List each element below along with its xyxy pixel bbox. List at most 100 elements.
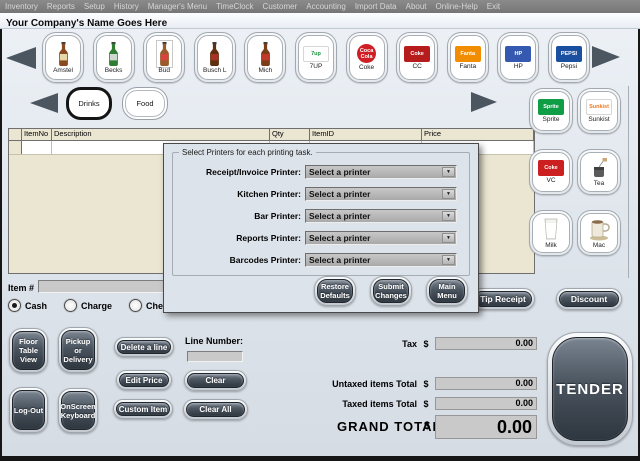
product-mac[interactable]: Mac <box>577 210 621 256</box>
printer-fieldset: Select Printers for each printing task. … <box>172 148 470 276</box>
product-fanta[interactable]: Fanta Fanta <box>446 32 489 83</box>
payment-option-charge[interactable]: Charge <box>64 299 112 312</box>
becks-icon <box>107 41 120 66</box>
pickup-or-delivery-button[interactable]: Pickup or Delivery <box>58 327 98 373</box>
product-button-face: Busch L <box>196 35 233 80</box>
product-milk[interactable]: Milk <box>529 210 573 256</box>
product-button-face: 7up 7UP <box>297 35 334 80</box>
currency-sign: $ <box>423 378 429 389</box>
printer-dialog-title: Select Printers for each printing task. <box>182 148 313 157</box>
vc-logo-icon: Coke <box>538 160 564 176</box>
product-label: Bud <box>158 66 170 74</box>
menu-item-online-help[interactable]: Online-Help <box>436 2 478 11</box>
menu-item-reports[interactable]: Reports <box>47 2 75 11</box>
product-sunkist[interactable]: Sunkist Sunkist <box>577 88 621 134</box>
menu-item-import-data[interactable]: Import Data <box>355 2 397 11</box>
product-sprite[interactable]: Sprite Sprite <box>529 88 573 134</box>
total-row-untaxed-items-total: Untaxed items Total $0.00 <box>300 377 538 390</box>
button-label: Restore Defaults <box>317 279 353 303</box>
product-label: Mac <box>592 242 606 249</box>
product-tea[interactable]: Tea <box>577 149 621 195</box>
product-becks[interactable]: Becks <box>92 32 135 83</box>
delete-a-line-button[interactable]: Delete a line <box>114 337 174 357</box>
category-row: Drinks Food <box>66 87 168 120</box>
dropdown-arrow-icon[interactable]: ▼ <box>442 233 455 243</box>
tip-receipt-button[interactable]: Tip Receipt <box>471 288 535 310</box>
category-label: Drinks <box>78 99 100 108</box>
categories-scroll-right-arrow[interactable] <box>471 92 497 112</box>
product-mich[interactable]: Mich <box>244 32 287 83</box>
radio-charge-icon[interactable] <box>64 299 78 312</box>
right-arrow-icon <box>471 92 497 112</box>
custom-item-button[interactable]: Custom Item <box>113 399 173 419</box>
onscreen-keyboard-button[interactable]: OnScreen Keyboard <box>58 388 98 433</box>
pepsi-logo-icon: PEPSI <box>555 45 582 62</box>
menu-item-about[interactable]: About <box>406 2 427 11</box>
submit-changes-button[interactable]: Submit Changes <box>370 276 412 306</box>
dropdown-arrow-icon[interactable]: ▼ <box>442 255 455 265</box>
product-label: VC <box>546 177 556 184</box>
discount-button[interactable]: Discount <box>556 288 622 310</box>
product-pepsi[interactable]: PEPSI Pepsi <box>547 32 590 83</box>
restore-defaults-button[interactable]: Restore Defaults <box>314 276 356 306</box>
column-header-price: Price <box>422 129 534 140</box>
menu-item-inventory[interactable]: Inventory <box>5 2 38 11</box>
menu-item-timeclock[interactable]: TimeClock <box>216 2 253 11</box>
product-hp[interactable]: HP HP <box>497 32 540 83</box>
product-amstel[interactable]: Amstel <box>42 32 84 83</box>
product-label: Pepsi <box>560 62 578 70</box>
product-vc[interactable]: Coke VC <box>529 149 573 195</box>
product-busch-l[interactable]: Busch L <box>193 32 236 83</box>
products-scroll-right-arrow[interactable] <box>592 46 620 68</box>
printer-select-reports-printer[interactable]: Select a printer ▼ <box>305 231 457 245</box>
product-7up[interactable]: 7up 7UP <box>294 32 337 83</box>
payment-option-cash[interactable]: Cash <box>8 299 47 312</box>
tender-button[interactable]: TENDER <box>547 332 633 446</box>
dropdown-arrow-icon[interactable]: ▼ <box>442 189 455 199</box>
busch-l-icon <box>208 41 221 66</box>
sunkist-logo-icon: Sunkist <box>586 99 612 115</box>
products-scroll-left-arrow[interactable] <box>6 47 36 69</box>
menu-item-customer[interactable]: Customer <box>263 2 298 11</box>
categories-scroll-left-arrow[interactable] <box>30 93 58 113</box>
menu-item-history[interactable]: History <box>114 2 139 11</box>
currency-sign: $ <box>423 398 429 409</box>
printer-select-kitchen-printer[interactable]: Select a printer ▼ <box>305 187 457 201</box>
menu-item-manager-s-menu[interactable]: Manager's Menu <box>148 2 207 11</box>
menu-item-accounting[interactable]: Accounting <box>306 2 346 11</box>
line-number-label: Line Number: <box>185 336 244 346</box>
line-number-input[interactable] <box>187 351 243 362</box>
log-out-button[interactable]: Log-Out <box>9 387 48 433</box>
clear-button[interactable]: Clear <box>184 370 247 391</box>
floor-table-view-button[interactable]: Floor Table View <box>9 328 48 373</box>
category-tab-food[interactable]: Food <box>122 87 168 120</box>
printer-select-barcodes-printer[interactable]: Select a printer ▼ <box>305 253 457 267</box>
printer-select-bar-printer[interactable]: Select a printer ▼ <box>305 209 457 223</box>
radio-check-icon[interactable] <box>129 299 143 312</box>
milk-icon <box>542 217 560 241</box>
product-cc[interactable]: Coke CC <box>396 32 439 83</box>
button-label: Edit Price <box>119 373 169 387</box>
product-label: Fanta <box>459 62 477 70</box>
dropdown-arrow-icon[interactable]: ▼ <box>442 167 455 177</box>
product-row: Amstel Becks Bud Busch L Mich 7up 7UP Coca Cola… <box>42 32 590 84</box>
main-menu-button[interactable]: Main Menu <box>426 276 468 306</box>
edit-price-button[interactable]: Edit Price <box>116 370 172 390</box>
category-tab-drinks[interactable]: Drinks <box>66 87 112 120</box>
printer-dialog: Select Printers for each printing task. … <box>163 143 479 313</box>
radio-cash-icon[interactable] <box>8 299 21 312</box>
column-header-description: Description <box>52 129 270 140</box>
button-label: Clear All <box>186 402 245 417</box>
product-label: Sunkist <box>588 116 610 123</box>
clear-all-button[interactable]: Clear All <box>183 399 248 420</box>
product-bud[interactable]: Bud <box>143 32 186 83</box>
currency-sign: $ <box>423 338 429 349</box>
menu-item-exit[interactable]: Exit <box>487 2 500 11</box>
dropdown-arrow-icon[interactable]: ▼ <box>442 211 455 221</box>
menu-item-setup[interactable]: Setup <box>84 2 105 11</box>
product-label: 7UP <box>309 62 323 70</box>
product-coke[interactable]: Coca Cola Coke <box>345 32 388 83</box>
column-header-selector <box>9 129 22 140</box>
printer-select-receipt-invoice-printer[interactable]: Select a printer ▼ <box>305 165 457 179</box>
selected-printer-value: Select a printer <box>309 211 371 221</box>
